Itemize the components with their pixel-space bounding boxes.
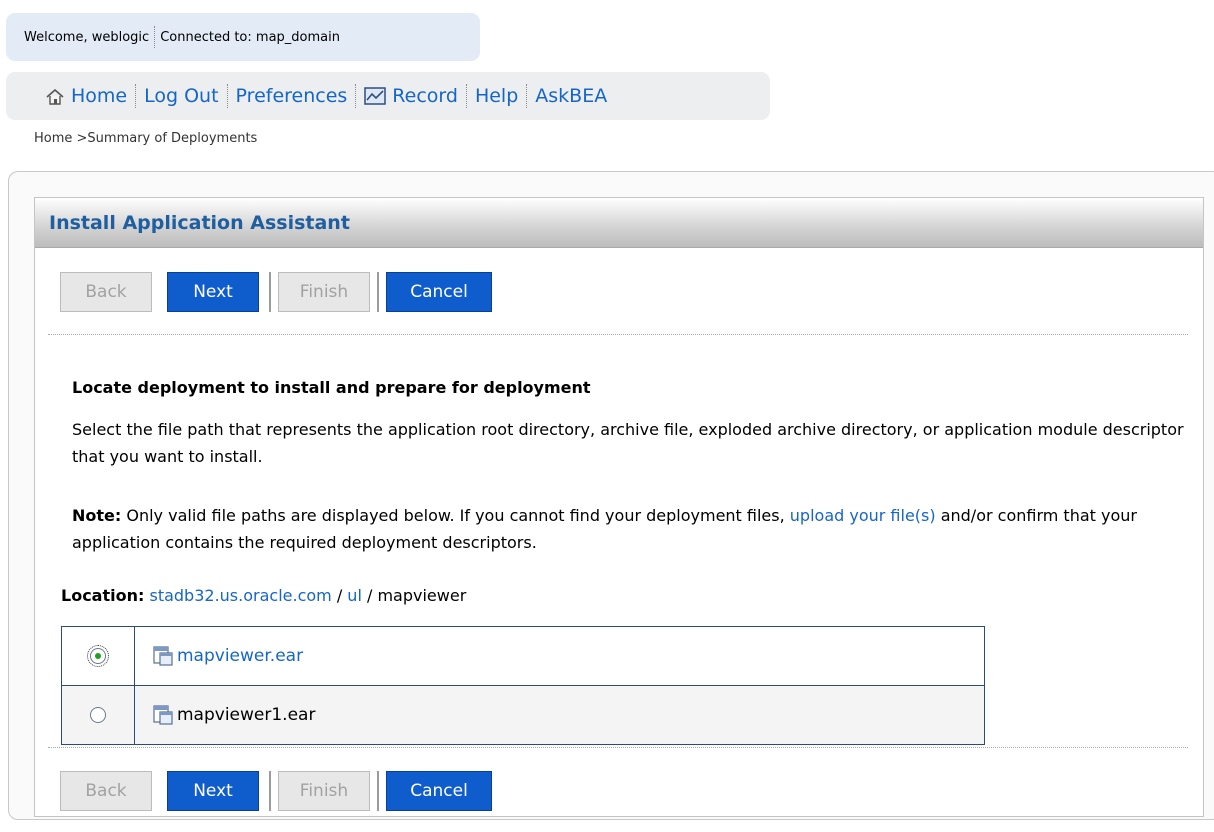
record-link[interactable]: Record <box>364 85 458 107</box>
finish-button[interactable]: Finish <box>278 771 370 811</box>
section-title: Locate deployment to install and prepare… <box>72 378 591 397</box>
help-link[interactable]: Help <box>475 85 518 107</box>
top-button-row: Back Next Finish Cancel <box>60 272 492 312</box>
assistant-inner: Install Application Assistant Back Next … <box>34 197 1204 817</box>
preferences-link[interactable]: Preferences <box>236 85 348 107</box>
divider <box>226 84 228 108</box>
record-label: Record <box>392 85 458 107</box>
divider-line <box>48 334 1188 335</box>
file-radio[interactable] <box>90 707 106 723</box>
divider <box>154 26 156 48</box>
back-button[interactable]: Back <box>60 272 152 312</box>
path-separator: / <box>361 586 378 605</box>
archive-file-icon <box>153 646 173 666</box>
page-title: Install Application Assistant <box>35 198 1203 248</box>
note-body: Only valid file paths are displayed belo… <box>121 506 790 525</box>
table-row: mapviewer1.ear <box>61 685 985 745</box>
description-text: Select the file path that represents the… <box>72 420 1184 466</box>
welcome-bar: Welcome, weblogic Connected to: map_doma… <box>6 13 480 61</box>
home-icon <box>46 88 64 105</box>
connected-domain: Connected to: map_domain <box>160 29 340 45</box>
upload-files-link[interactable]: upload your file(s) <box>790 506 936 525</box>
location-label: Location: <box>61 586 145 605</box>
path-separator: / <box>331 586 348 605</box>
logout-link[interactable]: Log Out <box>144 85 218 107</box>
button-divider <box>269 272 271 312</box>
table-row: mapviewer.ear <box>61 626 985 686</box>
radio-cell <box>61 685 135 745</box>
note-text: Note: Only valid file paths are displaye… <box>72 502 1192 556</box>
file-name-cell: mapviewer1.ear <box>134 685 985 745</box>
file-list-table: mapviewer.ear mapviewer1.ear <box>61 626 985 745</box>
button-divider <box>377 771 379 811</box>
file-name-cell: mapviewer.ear <box>134 626 985 686</box>
location-dir-link[interactable]: ul <box>347 586 362 605</box>
file-radio-selected[interactable] <box>87 645 109 667</box>
cancel-button[interactable]: Cancel <box>386 272 492 312</box>
next-button[interactable]: Next <box>167 771 259 811</box>
breadcrumb: Home >Summary of Deployments <box>34 131 258 146</box>
location-path: Location: stadb32.us.oracle.com / ul / m… <box>61 586 466 605</box>
location-host-link[interactable]: stadb32.us.oracle.com <box>149 586 331 605</box>
back-button[interactable]: Back <box>60 771 152 811</box>
divider <box>526 84 528 108</box>
bottom-button-row: Back Next Finish Cancel <box>60 771 492 811</box>
finish-button[interactable]: Finish <box>278 272 370 312</box>
divider <box>465 84 467 108</box>
file-name: mapviewer1.ear <box>177 705 316 725</box>
assistant-panel: Install Application Assistant Back Next … <box>8 171 1214 820</box>
home-link[interactable]: Home <box>46 85 127 107</box>
file-link[interactable]: mapviewer.ear <box>177 646 303 666</box>
home-label: Home <box>71 85 128 107</box>
location-current: mapviewer <box>377 586 467 605</box>
next-button[interactable]: Next <box>167 272 259 312</box>
note-label: Note: <box>72 506 122 525</box>
welcome-user: Welcome, weblogic <box>24 29 150 45</box>
askbea-link[interactable]: AskBEA <box>535 85 607 107</box>
record-icon <box>364 87 387 105</box>
divider <box>355 84 357 108</box>
nav-bar: Home Log Out Preferences Record Help Ask… <box>6 72 770 120</box>
divider <box>135 84 137 108</box>
button-divider <box>269 771 271 811</box>
radio-cell <box>61 626 135 686</box>
button-divider <box>377 272 379 312</box>
cancel-button[interactable]: Cancel <box>386 771 492 811</box>
divider-line <box>48 747 1188 748</box>
archive-file-icon <box>153 705 173 725</box>
